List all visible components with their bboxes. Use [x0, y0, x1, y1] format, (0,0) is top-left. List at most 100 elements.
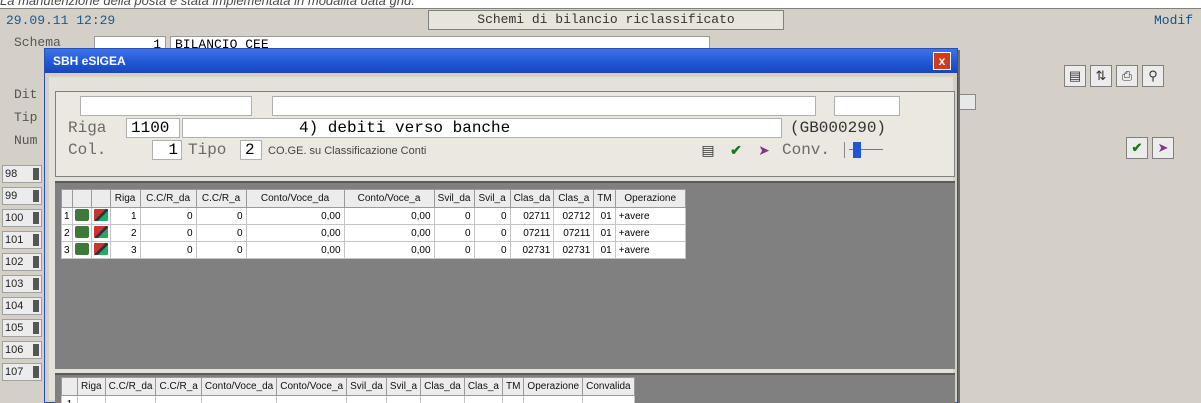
conv-slider[interactable] — [844, 142, 886, 158]
edit-icon[interactable] — [71, 241, 92, 259]
cell-empty[interactable] — [582, 395, 635, 403]
col-ccr-a[interactable]: C.C/R_a — [155, 377, 202, 396]
edit-icon[interactable] — [71, 207, 92, 225]
cell-ccr-a[interactable]: 0 — [195, 224, 247, 242]
cell-ccr-a[interactable]: 0 — [195, 207, 247, 225]
search-icon[interactable]: ⚲ — [1142, 65, 1164, 87]
transfer-icon[interactable]: ⇅ — [1090, 65, 1112, 87]
cell-clas-a[interactable]: 02712 — [553, 207, 595, 225]
delete-icon[interactable] — [90, 224, 111, 242]
col-clas-a[interactable]: Clas_a — [553, 189, 595, 208]
cell-empty[interactable] — [104, 395, 157, 403]
cell-tm[interactable]: 01 — [593, 241, 616, 259]
cell-empty[interactable] — [276, 395, 348, 403]
col-svil-da[interactable]: Svil_da — [346, 377, 387, 396]
cell-clas-da[interactable]: 07211 — [509, 224, 555, 242]
cell-ccr-da[interactable]: 0 — [139, 207, 197, 225]
cell-empty[interactable] — [420, 395, 465, 403]
print-icon[interactable]: ⎙ — [1116, 65, 1138, 87]
close-icon[interactable]: x — [933, 52, 951, 70]
cell-svil-a[interactable]: 0 — [473, 207, 511, 225]
cell-clas-a[interactable]: 02731 — [553, 241, 595, 259]
exit-icon[interactable]: ➤ — [754, 140, 774, 160]
col-clas-da[interactable]: Clas_da — [420, 377, 465, 396]
cell-riga[interactable]: 1 — [109, 207, 141, 225]
col-tm[interactable]: TM — [593, 189, 616, 208]
col-ccr-a[interactable]: C.C/R_a — [195, 189, 247, 208]
cell-riga[interactable]: 2 — [109, 224, 141, 242]
cell-conto-da[interactable]: 0,00 — [245, 241, 345, 259]
cell-operazione[interactable]: +avere — [614, 241, 686, 259]
delete-icon[interactable] — [90, 241, 111, 259]
col-riga[interactable]: Riga — [77, 377, 106, 396]
cell-tm[interactable]: 01 — [593, 224, 616, 242]
cell-empty[interactable] — [346, 395, 387, 403]
col-convalida[interactable]: Convalida — [582, 377, 635, 396]
cell-svil-a[interactable]: 0 — [473, 224, 511, 242]
tipo-field[interactable]: 2 — [240, 140, 262, 160]
table-row[interactable]: 3 3 0 0 0,00 0,00 0 0 02731 02731 01 +av… — [61, 241, 686, 259]
col-tm[interactable]: TM — [501, 377, 525, 396]
cell-empty[interactable] — [501, 395, 525, 403]
top-field-1[interactable] — [80, 96, 252, 116]
cell-clas-da[interactable]: 02711 — [509, 207, 555, 225]
cell-empty[interactable] — [385, 395, 422, 403]
cell-ccr-a[interactable]: 0 — [195, 241, 247, 259]
col-conto-da[interactable]: Conto/Voce_da — [200, 377, 278, 396]
cell-svil-a[interactable]: 0 — [473, 241, 511, 259]
table-row[interactable]: 1 — [61, 395, 635, 403]
delete-icon[interactable] — [90, 207, 111, 225]
cell-clas-a[interactable]: 07211 — [553, 224, 595, 242]
col-conto-a[interactable]: Conto/Voce_a — [343, 189, 435, 208]
document-icon[interactable]: ▤ — [698, 140, 718, 160]
cell-operazione[interactable]: +avere — [614, 224, 686, 242]
rules-table: Riga C.C/R_da C.C/R_a Conto/Voce_da Cont… — [61, 189, 686, 259]
second-table: Riga C.C/R_da C.C/R_a Conto/Voce_da Cont… — [61, 377, 635, 403]
app-field-stub[interactable] — [958, 94, 976, 110]
confirm-icon[interactable]: ✔ — [726, 140, 746, 160]
cell-empty[interactable] — [200, 395, 278, 403]
cell-operazione[interactable]: +avere — [614, 207, 686, 225]
col-field[interactable]: 1 — [152, 140, 182, 160]
cell-conto-a[interactable]: 0,00 — [343, 224, 435, 242]
cell-svil-da[interactable]: 0 — [433, 207, 475, 225]
cell-empty[interactable] — [77, 395, 106, 403]
top-field-2[interactable] — [272, 96, 816, 116]
col-svil-a[interactable]: Svil_a — [385, 377, 422, 396]
cell-empty[interactable] — [523, 395, 584, 403]
cell-ccr-da[interactable]: 0 — [139, 224, 197, 242]
cell-riga[interactable]: 3 — [109, 241, 141, 259]
cell-conto-a[interactable]: 0,00 — [343, 207, 435, 225]
cell-svil-da[interactable]: 0 — [433, 241, 475, 259]
col-conto-a[interactable]: Conto/Voce_a — [276, 377, 348, 396]
top-field-3[interactable] — [834, 96, 900, 116]
col-clas-da[interactable]: Clas_da — [509, 189, 555, 208]
cell-conto-da[interactable]: 0,00 — [245, 207, 345, 225]
edit-icon[interactable] — [71, 224, 92, 242]
cell-ccr-da[interactable]: 0 — [139, 241, 197, 259]
col-svil-a[interactable]: Svil_a — [473, 189, 511, 208]
col-operazione[interactable]: Operazione — [523, 377, 584, 396]
riga-number-field[interactable]: 1100 — [126, 118, 180, 138]
col-ccr-da[interactable]: C.C/R_da — [104, 377, 157, 396]
exit-icon[interactable]: ➤ — [1152, 137, 1174, 159]
document-icon[interactable]: ▤ — [1064, 65, 1086, 87]
col-operazione[interactable]: Operazione — [614, 189, 686, 208]
col-ccr-da[interactable]: C.C/R_da — [139, 189, 197, 208]
col-svil-da[interactable]: Svil_da — [433, 189, 475, 208]
table-row[interactable]: 1 1 0 0 0,00 0,00 0 0 02711 02712 01 +av… — [61, 207, 686, 225]
table-row[interactable]: 2 2 0 0 0,00 0,00 0 0 07211 07211 01 +av… — [61, 224, 686, 242]
confirm-icon[interactable]: ✔ — [1126, 137, 1148, 159]
cell-empty[interactable] — [155, 395, 202, 403]
cell-conto-da[interactable]: 0,00 — [245, 224, 345, 242]
mode-indicator: Modif — [1153, 13, 1193, 28]
cell-empty[interactable] — [463, 395, 503, 403]
col-clas-a[interactable]: Clas_a — [463, 377, 503, 396]
riga-description-field[interactable]: 4) debiti verso banche — [182, 118, 782, 138]
cell-tm[interactable]: 01 — [593, 207, 616, 225]
cell-conto-a[interactable]: 0,00 — [343, 241, 435, 259]
col-riga[interactable]: Riga — [109, 189, 141, 208]
cell-clas-da[interactable]: 02731 — [509, 241, 555, 259]
col-conto-da[interactable]: Conto/Voce_da — [245, 189, 345, 208]
cell-svil-da[interactable]: 0 — [433, 224, 475, 242]
